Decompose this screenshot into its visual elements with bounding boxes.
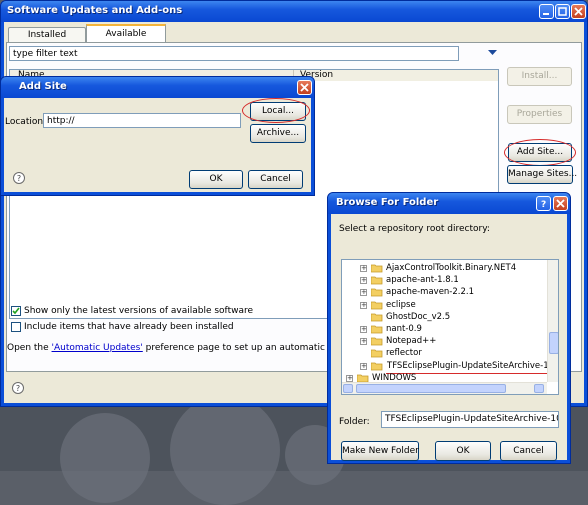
ok-button[interactable]: OK: [189, 170, 243, 189]
tree-folder-item[interactable]: + apache-maven-2.2.1: [342, 286, 547, 299]
folder-tree-rows: + AjaxControlToolkit.Binary.NET4 + apache-a…: [342, 262, 558, 383]
tree-folder-item[interactable]: reflector: [342, 347, 547, 360]
folder-icon: [371, 301, 383, 309]
folder-input[interactable]: TFSEclipsePlugin-UpdateSiteArchive-10.0.…: [381, 411, 559, 428]
properties-button[interactable]: Properties: [507, 105, 572, 124]
checkmark-icon: [12, 307, 20, 315]
dialog-title: Browse For Folder: [336, 197, 439, 208]
add-site-highlight: [504, 139, 576, 166]
install-button[interactable]: Install...: [507, 67, 572, 86]
cancel-button[interactable]: Cancel: [248, 170, 303, 189]
folder-icon: [371, 325, 383, 334]
expand-icon[interactable]: +: [360, 301, 367, 309]
tree-folder-item[interactable]: GhostDoc_v2.5: [342, 311, 547, 324]
scroll-thumb[interactable]: [549, 332, 558, 354]
close-icon: [300, 83, 309, 92]
automatic-updates-link[interactable]: 'Automatic Updates': [52, 343, 143, 353]
browse-body: Select a repository root directory: + Aja…: [331, 214, 567, 461]
tree-folder-item[interactable]: + eclipse: [342, 299, 547, 312]
folder-tree[interactable]: + AjaxControlToolkit.Binary.NET4 + apache-a…: [341, 259, 559, 395]
maximize-icon: [558, 7, 567, 16]
minimize-icon: [543, 13, 549, 15]
question-icon: ?: [541, 200, 546, 208]
close-icon: [556, 199, 565, 208]
close-button[interactable]: [571, 4, 586, 19]
expand-icon[interactable]: +: [360, 277, 367, 285]
software-updates-titlebar[interactable]: Software Updates and Add-ons: [1, 1, 587, 22]
expand-icon[interactable]: +: [360, 289, 367, 297]
include-installed-label: Include items that have already been ins…: [24, 322, 234, 332]
include-installed-checkbox[interactable]: [11, 322, 21, 332]
tab-installed-software[interactable]: Installed Software: [8, 27, 86, 55]
folder-icon: [371, 349, 383, 358]
close-button[interactable]: [553, 196, 568, 211]
tree-folder-item[interactable]: + nant-0.9: [342, 323, 547, 336]
latest-versions-checkbox[interactable]: [11, 306, 21, 316]
folder-icon: [371, 337, 383, 346]
tree-folder-item[interactable]: + Notepad++: [342, 335, 547, 348]
folder-icon: [371, 313, 383, 322]
tree-horizontal-scrollbar[interactable]: [342, 382, 547, 394]
tree-folder-label: reflector: [386, 348, 422, 359]
folder-icon: [371, 264, 383, 273]
tab-available-software[interactable]: Available Software: [86, 24, 166, 55]
help-icon[interactable]: ?: [13, 172, 25, 184]
filter-input[interactable]: type filter text: [9, 46, 459, 61]
tree-folder-label: nant-0.9: [386, 324, 422, 334]
add-site-dialog: Add Site Location: http:// Local... Arch…: [0, 76, 315, 196]
browse-prompt: Select a repository root directory:: [339, 224, 490, 234]
chevron-down-icon[interactable]: [488, 50, 497, 56]
scroll-left-arrow[interactable]: [343, 384, 353, 393]
tree-folder-label: AjaxControlToolkit.Binary.NET4: [386, 263, 517, 273]
tree-folder-label: Notepad++: [386, 336, 437, 347]
archive-button[interactable]: Archive...: [250, 124, 306, 143]
svg-text:?: ?: [541, 200, 546, 208]
tree-folder-item[interactable]: + AjaxControlToolkit.Binary.NET4: [342, 262, 547, 275]
manage-sites-button[interactable]: Manage Sites...: [507, 165, 577, 184]
tree-folder-label: apache-ant-1.8.1: [386, 275, 459, 286]
ok-button[interactable]: OK: [435, 441, 491, 461]
tree-folder-label: eclipse: [386, 299, 416, 310]
folder-icon: [371, 276, 383, 285]
tree-folder-item[interactable]: + apache-ant-1.8.1: [342, 274, 547, 287]
scroll-right-arrow[interactable]: [534, 384, 544, 393]
expand-icon[interactable]: +: [360, 265, 367, 272]
add-site-body: Location: http:// Local... Archive... ? …: [4, 98, 311, 192]
maximize-button[interactable]: [555, 4, 570, 19]
folder-icon: [371, 362, 383, 370]
close-button[interactable]: [297, 80, 312, 95]
local-highlight: [242, 98, 310, 123]
location-input[interactable]: http://: [43, 113, 241, 128]
expand-icon[interactable]: +: [346, 374, 353, 382]
tree-folder-item[interactable]: + TFSEclipsePlugin-UpdateSiteArchive-10.0…: [342, 360, 558, 374]
close-icon: [574, 7, 583, 16]
folder-icon: [371, 288, 383, 297]
scroll-thumb[interactable]: [356, 384, 506, 393]
latest-versions-label: Show only the latest versions of availab…: [24, 306, 254, 316]
dialog-title: Add Site: [19, 81, 67, 92]
folder-label: Folder:: [339, 417, 370, 427]
browse-for-folder-dialog: Browse For Folder ? Select a repository …: [327, 192, 571, 464]
column-header-version[interactable]: Version: [294, 70, 498, 81]
help-icon[interactable]: ?: [12, 382, 24, 394]
add-site-titlebar[interactable]: Add Site: [1, 77, 314, 98]
location-label: Location:: [5, 117, 47, 127]
minimize-button[interactable]: [539, 4, 554, 19]
expand-icon[interactable]: +: [360, 338, 367, 346]
expand-icon[interactable]: +: [360, 326, 367, 333]
tree-folder-label: GhostDoc_v2.5: [386, 311, 451, 322]
tree-folder-label: apache-maven-2.2.1: [386, 287, 475, 298]
browse-titlebar[interactable]: Browse For Folder: [328, 193, 570, 214]
make-new-folder-button[interactable]: Make New Folder: [341, 441, 419, 461]
cancel-button[interactable]: Cancel: [500, 441, 557, 461]
expand-icon[interactable]: +: [360, 362, 367, 370]
window-title: Software Updates and Add-ons: [7, 5, 183, 16]
help-title-button[interactable]: ?: [536, 196, 551, 211]
tree-vertical-scrollbar[interactable]: [547, 260, 558, 382]
